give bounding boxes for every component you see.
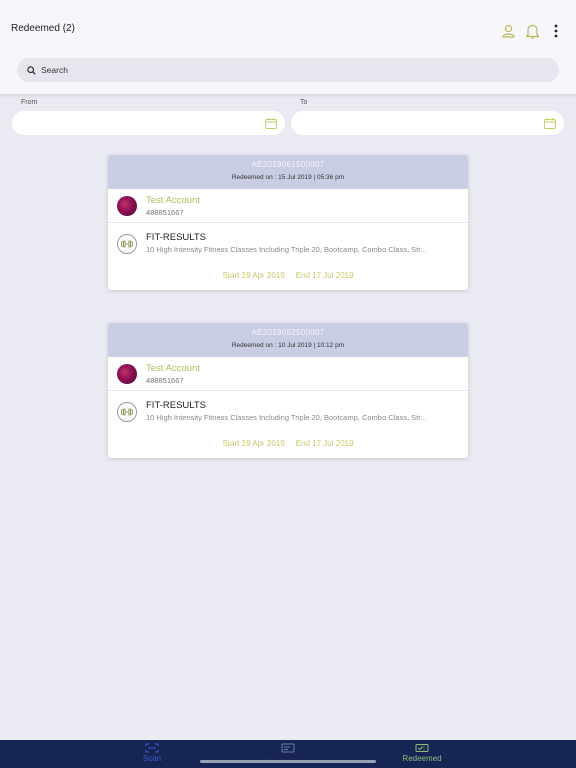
calendar-icon[interactable] bbox=[265, 117, 277, 129]
calendar-icon[interactable] bbox=[544, 117, 556, 129]
end-date: End 17 Jul 2019 bbox=[295, 439, 354, 448]
to-label: To bbox=[300, 99, 308, 106]
card-header: AE2019052500007 Redeemed on : 10 Jul 201… bbox=[108, 323, 468, 357]
redemption-id: AE2019052500007 bbox=[251, 328, 325, 337]
start-date: Start 19 Apr 2019 bbox=[222, 271, 285, 280]
avatar bbox=[117, 195, 137, 216]
tab-label: Scan bbox=[142, 754, 162, 763]
redeemed-on: Redeemed on : 10 Jul 2019 | 10:12 pm bbox=[231, 342, 345, 349]
redemption-id: AE2019061500007 bbox=[251, 160, 325, 169]
validity-dates: Start 19 Apr 2019 End 17 Jul 2019 bbox=[108, 431, 468, 458]
end-date: End 17 Jul 2019 bbox=[295, 271, 354, 280]
avatar bbox=[117, 363, 137, 384]
plan-row: FIT-RESULTS 10 High Intensity Fitness Cl… bbox=[108, 391, 468, 431]
user-phone: 488851667 bbox=[146, 207, 184, 217]
plan-row: FIT-RESULTS 10 High Intensity Fitness Cl… bbox=[108, 223, 468, 263]
user-row: Test Account 488851667 bbox=[108, 357, 468, 391]
app-header: Redeemed (2) bbox=[0, 0, 576, 94]
tab-membership[interactable]: Membership bbox=[248, 740, 328, 768]
redeemed-ticket-icon bbox=[415, 744, 429, 752]
redeemed-card[interactable]: AE2019052500007 Redeemed on : 10 Jul 201… bbox=[108, 323, 468, 458]
user-row: Test Account 488851667 bbox=[108, 189, 468, 223]
redeemed-on: Redeemed on : 15 Jul 2019 | 05:36 pm bbox=[231, 174, 345, 181]
dumbbell-icon bbox=[117, 402, 137, 422]
dumbbell-icon bbox=[117, 234, 137, 254]
search-input[interactable] bbox=[41, 65, 521, 75]
user-icon[interactable] bbox=[500, 22, 516, 40]
search-bar[interactable] bbox=[17, 58, 559, 82]
bottom-tab-bar: Scan Membership Redeemed bbox=[0, 740, 576, 768]
header-actions bbox=[500, 22, 564, 40]
redeemed-card[interactable]: AE2019061500007 Redeemed on : 15 Jul 201… bbox=[108, 155, 468, 290]
scan-icon bbox=[145, 743, 159, 753]
user-phone: 488851667 bbox=[146, 375, 184, 385]
tab-redeemed[interactable]: Redeemed bbox=[382, 740, 462, 768]
from-label: From bbox=[21, 99, 38, 106]
more-vertical-icon[interactable] bbox=[548, 22, 564, 40]
plan-description: 10 High Intensity Fitness Classes Includ… bbox=[146, 245, 427, 254]
plan-description: 10 High Intensity Fitness Classes Includ… bbox=[146, 413, 427, 422]
user-name: Test Account bbox=[146, 194, 200, 206]
home-indicator bbox=[200, 760, 376, 763]
card-header: AE2019061500007 Redeemed on : 15 Jul 201… bbox=[108, 155, 468, 189]
tab-scan[interactable]: Scan bbox=[112, 740, 192, 768]
from-date-field[interactable] bbox=[12, 111, 285, 135]
tab-label: Redeemed bbox=[402, 754, 442, 763]
membership-card-icon bbox=[281, 743, 295, 753]
plan-name: FIT-RESULTS bbox=[146, 232, 206, 243]
to-date-field[interactable] bbox=[291, 111, 564, 135]
page-title: Redeemed (2) bbox=[11, 23, 75, 34]
user-name: Test Account bbox=[146, 362, 200, 374]
start-date: Start 19 Apr 2019 bbox=[222, 439, 285, 448]
search-icon bbox=[27, 65, 36, 75]
plan-name: FIT-RESULTS bbox=[146, 400, 206, 411]
validity-dates: Start 19 Apr 2019 End 17 Jul 2019 bbox=[108, 263, 468, 290]
bell-icon[interactable] bbox=[524, 22, 540, 40]
